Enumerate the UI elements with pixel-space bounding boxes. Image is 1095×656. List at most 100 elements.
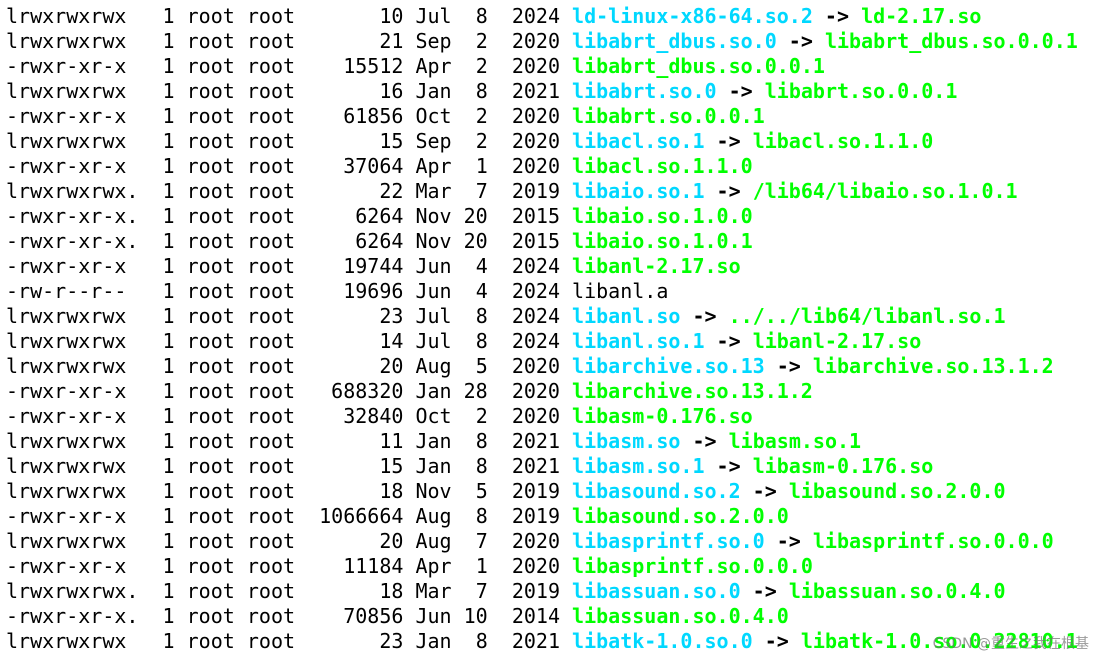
modified-month: Jan: [415, 79, 452, 103]
group: root: [246, 504, 296, 528]
listing-row: lrwxrwxrwx 1 root root 18 Nov 5 2019 lib…: [6, 479, 1095, 504]
modified-year: 2024: [511, 254, 560, 278]
file-name: libanl.so: [572, 304, 681, 328]
permissions: lrwxrwxrwx: [6, 129, 127, 153]
file-size: 20: [379, 354, 404, 378]
owner: root: [186, 229, 235, 253]
symlink-target: libasound.so.2.0.0: [788, 479, 1006, 503]
listing-row: -rwxr-xr-x. 1 root root 70856 Jun 10 201…: [6, 604, 1095, 629]
modified-year: 2020: [511, 129, 560, 153]
symlink-target: libatk-1.0.so.0.22810.1: [800, 629, 1078, 653]
modified-month: Jan: [415, 379, 452, 403]
link-count: 1: [162, 604, 175, 628]
modified-day: 1: [475, 554, 488, 578]
modified-year: 2020: [511, 404, 560, 428]
symlink-arrow: ->: [728, 79, 753, 103]
permissions: lrwxrwxrwx: [6, 304, 127, 328]
modified-day: 8: [475, 79, 488, 103]
symlink-target: libabrt_dbus.so.0.0.1: [824, 29, 1078, 53]
permissions: lrwxrwxrwx.: [6, 179, 139, 203]
file-name: libarchive.so.13: [572, 354, 765, 378]
owner: root: [186, 254, 235, 278]
file-name: libasm-0.176.so: [572, 404, 753, 428]
modified-day: 8: [475, 454, 488, 478]
modified-year: 2024: [511, 304, 560, 328]
listing-row: lrwxrwxrwx 1 root root 21 Sep 2 2020 lib…: [6, 29, 1095, 54]
owner: root: [186, 529, 235, 553]
permissions: -rwxr-xr-x: [6, 554, 127, 578]
file-size: 19696: [343, 279, 404, 303]
link-count: 1: [162, 29, 175, 53]
modified-month: Jun: [415, 604, 452, 628]
file-name: libasound.so.2.0.0: [572, 504, 789, 528]
group: root: [246, 4, 296, 28]
symlink-target: libasm.so.1: [728, 429, 862, 453]
owner: root: [186, 129, 235, 153]
listing-row: lrwxrwxrwx 1 root root 16 Jan 8 2021 lib…: [6, 79, 1095, 104]
link-count: 1: [162, 579, 175, 603]
modified-year: 2021: [511, 79, 560, 103]
file-name: libasm.so.1: [572, 454, 705, 478]
listing-row: -rwxr-xr-x 1 root root 32840 Oct 2 2020 …: [6, 404, 1095, 429]
owner: root: [186, 479, 235, 503]
symlink-arrow: ->: [776, 529, 801, 553]
link-count: 1: [162, 254, 175, 278]
file-name: libatk-1.0.so.0: [572, 629, 753, 653]
symlink-arrow: ->: [716, 179, 741, 203]
permissions: -rwxr-xr-x: [6, 379, 127, 403]
owner: root: [186, 204, 235, 228]
file-size: 6264: [355, 204, 404, 228]
modified-month: Nov: [415, 229, 452, 253]
listing-row: -rwxr-xr-x 1 root root 1066664 Aug 8 201…: [6, 504, 1095, 529]
group: root: [246, 179, 296, 203]
group: root: [246, 479, 296, 503]
symlink-target: libassuan.so.0.4.0: [788, 579, 1006, 603]
modified-day: 4: [475, 254, 488, 278]
permissions: lrwxrwxrwx: [6, 329, 127, 353]
group: root: [246, 104, 296, 128]
symlink-target: libarchive.so.13.1.2: [812, 354, 1054, 378]
modified-year: 2024: [511, 279, 560, 303]
modified-day: 8: [475, 504, 488, 528]
modified-day: 20: [463, 229, 488, 253]
symlink-target: libabrt.so.0.0.1: [764, 79, 958, 103]
file-name: libanl-2.17.so: [572, 254, 741, 278]
modified-day: 8: [475, 304, 488, 328]
modified-day: 8: [475, 4, 488, 28]
modified-month: Jul: [415, 4, 452, 28]
modified-year: 2021: [511, 629, 560, 653]
file-name: libaio.so.1.0.0: [572, 204, 753, 228]
file-name: libaio.so.1: [572, 179, 705, 203]
group: root: [246, 29, 296, 53]
file-size: 688320: [331, 379, 404, 403]
modified-year: 2020: [511, 354, 560, 378]
permissions: lrwxrwxrwx.: [6, 579, 139, 603]
link-count: 1: [162, 504, 175, 528]
modified-year: 2020: [511, 554, 560, 578]
listing-row: -rwxr-xr-x. 1 root root 6264 Nov 20 2015…: [6, 204, 1095, 229]
link-count: 1: [162, 329, 175, 353]
file-size: 1066664: [319, 504, 404, 528]
owner: root: [186, 504, 235, 528]
symlink-arrow: ->: [692, 429, 717, 453]
modified-day: 2: [475, 29, 488, 53]
listing-row: lrwxrwxrwx 1 root root 10 Jul 8 2024 ld-…: [6, 4, 1095, 29]
group: root: [246, 304, 296, 328]
modified-day: 2: [475, 404, 488, 428]
modified-month: Jan: [415, 629, 452, 653]
modified-day: 1: [475, 154, 488, 178]
permissions: -rw-r--r--: [6, 279, 127, 303]
link-count: 1: [162, 429, 175, 453]
file-size: 21: [379, 29, 404, 53]
file-name: libarchive.so.13.1.2: [572, 379, 813, 403]
file-size: 10: [379, 4, 404, 28]
file-size: 14: [379, 329, 404, 353]
symlink-arrow: ->: [716, 129, 741, 153]
modified-day: 5: [475, 479, 488, 503]
file-size: 6264: [355, 229, 404, 253]
link-count: 1: [162, 529, 175, 553]
permissions: -rwxr-xr-x: [6, 54, 127, 78]
modified-month: Oct: [415, 404, 452, 428]
link-count: 1: [162, 354, 175, 378]
group: root: [246, 79, 296, 103]
